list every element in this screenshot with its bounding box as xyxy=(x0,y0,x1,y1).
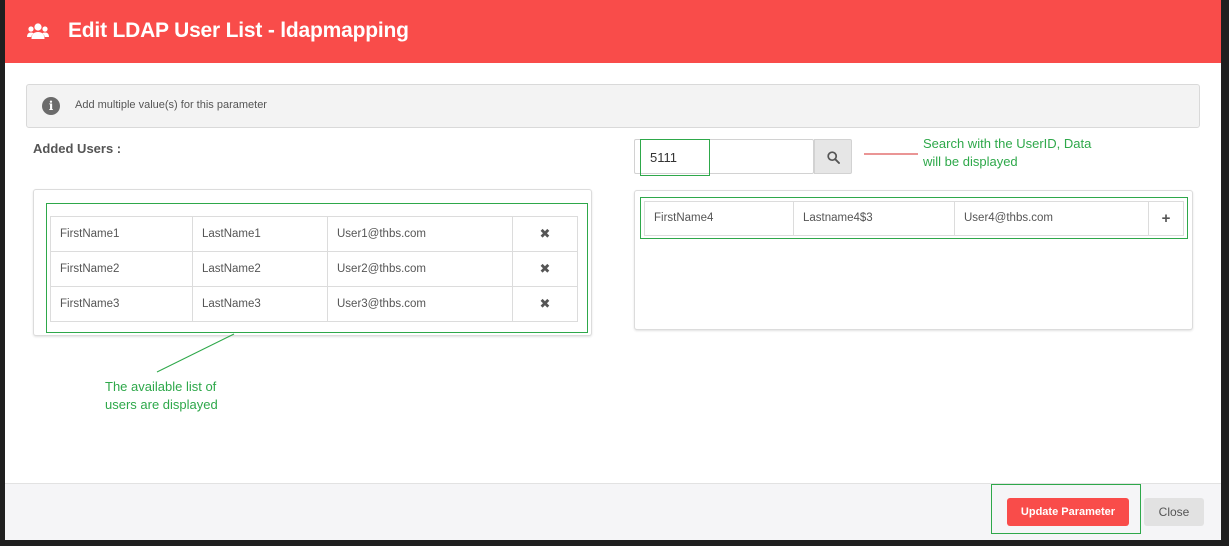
table-row: FirstName1 LastName1 User1@thbs.com ✖ xyxy=(51,217,577,252)
table-row: FirstName2 LastName2 User2@thbs.com ✖ xyxy=(51,252,577,287)
modal-header: Edit LDAP User List - ldapmapping xyxy=(5,0,1221,63)
close-button[interactable]: Close xyxy=(1144,498,1204,526)
list-note-line: users are displayed xyxy=(105,397,218,412)
first-name-cell: FirstName1 xyxy=(60,228,120,240)
search-input-highlight xyxy=(640,139,710,176)
search-note: Search with the UserID, Data will be dis… xyxy=(923,135,1091,171)
search-icon xyxy=(827,151,840,164)
added-users-label: Added Users : xyxy=(33,141,122,156)
last-name-cell: LastName3 xyxy=(192,287,327,321)
list-note-line: The available list of xyxy=(105,379,217,394)
info-banner: i Add multiple value(s) for this paramet… xyxy=(26,84,1200,128)
search-button[interactable] xyxy=(814,139,852,174)
table-row: FirstName3 LastName3 User3@thbs.com ✖ xyxy=(51,287,577,321)
list-note: The available list of users are displaye… xyxy=(105,378,218,414)
users-icon xyxy=(27,23,49,39)
email-cell: User1@thbs.com xyxy=(327,217,512,251)
info-icon: i xyxy=(42,97,60,115)
search-note-line: will be displayed xyxy=(923,154,1018,169)
list-note-pointer xyxy=(156,333,235,373)
remove-icon[interactable]: ✖ xyxy=(512,217,577,251)
search-note-line: Search with the UserID, Data xyxy=(923,136,1092,151)
added-users-panel: FirstName1 LastName1 User1@thbs.com ✖ Fi… xyxy=(33,189,592,336)
last-name-cell: LastName1 xyxy=(192,217,327,251)
add-icon[interactable]: + xyxy=(1148,202,1183,235)
first-name-cell: FirstName2 xyxy=(60,263,120,275)
added-users-table: FirstName1 LastName1 User1@thbs.com ✖ Fi… xyxy=(50,216,578,322)
email-cell: User4@thbs.com xyxy=(954,202,1148,235)
update-parameter-button[interactable]: Update Parameter xyxy=(1007,498,1129,526)
edit-ldap-user-list-modal: Edit LDAP User List - ldapmapping i Add … xyxy=(5,0,1221,540)
email-cell: User2@thbs.com xyxy=(327,252,512,286)
search-results-table: FirstName4 Lastname4$3 User4@thbs.com + xyxy=(644,201,1184,236)
remove-icon[interactable]: ✖ xyxy=(512,287,577,321)
first-name-cell: FirstName4 xyxy=(654,212,714,224)
table-row: FirstName4 Lastname4$3 User4@thbs.com + xyxy=(645,202,1183,235)
last-name-cell: Lastname4$3 xyxy=(793,202,954,235)
last-name-cell: LastName2 xyxy=(192,252,327,286)
search-results-panel: FirstName4 Lastname4$3 User4@thbs.com + xyxy=(634,190,1193,330)
remove-icon[interactable]: ✖ xyxy=(512,252,577,286)
modal-title: Edit LDAP User List - ldapmapping xyxy=(68,19,409,42)
email-cell: User3@thbs.com xyxy=(327,287,512,321)
first-name-cell: FirstName3 xyxy=(60,298,120,310)
info-banner-text: Add multiple value(s) for this parameter xyxy=(75,99,267,111)
